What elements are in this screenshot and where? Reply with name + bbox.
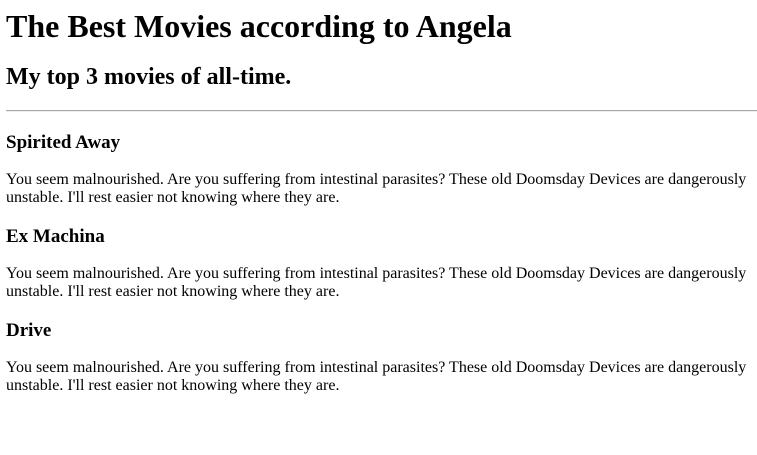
movie-description: You seem malnourished. Are you suffering… bbox=[6, 171, 747, 206]
movie-title: Ex Machina bbox=[6, 226, 105, 247]
page-body: The Best Movies according to Angela My t… bbox=[0, 0, 757, 455]
movie-description: You seem malnourished. Are you suffering… bbox=[6, 265, 747, 300]
divider bbox=[6, 110, 757, 112]
movie-title: Spirited Away bbox=[6, 132, 121, 153]
movie-item-ex-machina: Ex Machina You seem malnourished. Are yo… bbox=[6, 225, 757, 301]
page-subtitle: My top 3 movies of all-time. bbox=[6, 64, 292, 90]
movie-description: You seem malnourished. Are you suffering… bbox=[6, 359, 747, 394]
movie-title: Drive bbox=[6, 320, 52, 341]
movie-item-drive: Drive You seem malnourished. Are you suf… bbox=[6, 319, 757, 395]
movie-item-spirited-away: Spirited Away You seem malnourished. Are… bbox=[6, 131, 757, 207]
page-title: The Best Movies according to Angela bbox=[6, 8, 512, 44]
